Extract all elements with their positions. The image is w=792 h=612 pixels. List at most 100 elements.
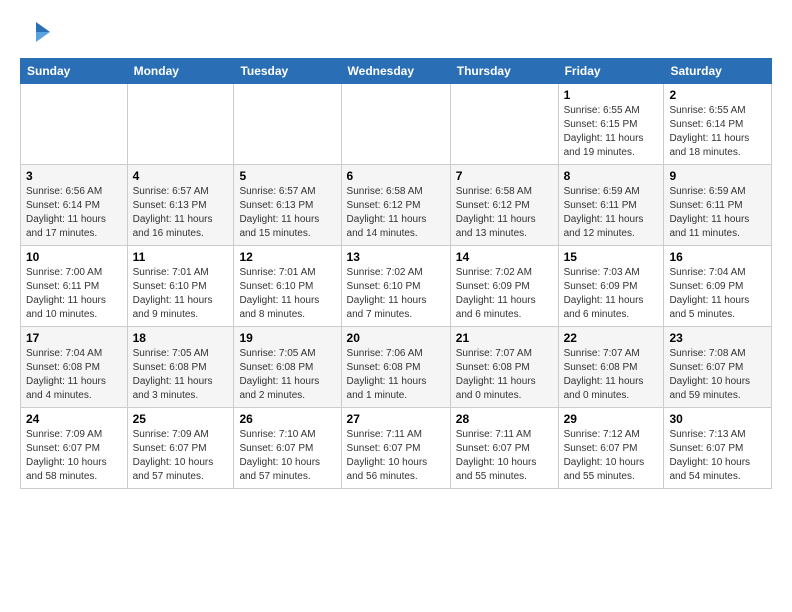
calendar-cell: 12 Sunrise: 7:01 AM Sunset: 6:10 PM Dayli… [234, 246, 341, 327]
calendar-cell: 7Sunrise: 6:58 AM Sunset: 6:12 PM Daylig… [450, 165, 558, 246]
day-number: 13 [347, 250, 445, 264]
day-info: Sunrise: 6:55 AM Sunset: 6:15 PM Dayligh… [564, 104, 659, 160]
day-number: 8 [564, 169, 659, 183]
day-info: Sunrise: 7:09 AM Sunset: 6:07 PM Dayligh… [26, 428, 122, 484]
day-number: 15 [564, 250, 659, 264]
day-number: 2 [669, 88, 766, 102]
logo-icon [22, 18, 52, 48]
calendar-body: 1Sunrise: 6:55 AM Sunset: 6:15 PM Daylig… [21, 84, 772, 489]
day-number: 25 [133, 412, 229, 426]
day-number: 30 [669, 412, 766, 426]
weekday-saturday: Saturday [664, 59, 772, 84]
day-info: Sunrise: 6:57 AM Sunset: 6:13 PM Dayligh… [239, 185, 335, 241]
calendar-cell: 27 Sunrise: 7:11 AM Sunset: 6:07 PM Dayli… [341, 408, 450, 489]
day-info: Sunrise: 7:03 AM Sunset: 6:09 PM Dayligh… [564, 266, 659, 322]
logo [20, 18, 52, 48]
day-info: Sunrise: 7:13 AM Sunset: 6:07 PM Dayligh… [669, 428, 766, 484]
day-info: Sunrise: 7:11 AM Sunset: 6:07 PM Dayligh… [347, 428, 445, 484]
day-info: Sunrise: 7:01 AM Sunset: 6:10 PM Dayligh… [133, 266, 229, 322]
day-number: 17 [26, 331, 122, 345]
day-info: Sunrise: 7:02 AM Sunset: 6:10 PM Dayligh… [347, 266, 445, 322]
calendar-cell: 25 Sunrise: 7:09 AM Sunset: 6:07 PM Dayli… [127, 408, 234, 489]
calendar-cell: 8Sunrise: 6:59 AM Sunset: 6:11 PM Daylig… [558, 165, 664, 246]
calendar-cell: 15 Sunrise: 7:03 AM Sunset: 6:09 PM Dayli… [558, 246, 664, 327]
calendar-cell: 5 Sunrise: 6:57 AM Sunset: 6:13 PM Daylig… [234, 165, 341, 246]
calendar-cell [21, 84, 128, 165]
day-info: Sunrise: 7:09 AM Sunset: 6:07 PM Dayligh… [133, 428, 229, 484]
calendar-cell: 28Sunrise: 7:11 AM Sunset: 6:07 PM Dayli… [450, 408, 558, 489]
weekday-tuesday: Tuesday [234, 59, 341, 84]
day-info: Sunrise: 6:55 AM Sunset: 6:14 PM Dayligh… [669, 104, 766, 160]
calendar-cell [127, 84, 234, 165]
calendar-cell: 30 Sunrise: 7:13 AM Sunset: 6:07 PM Dayli… [664, 408, 772, 489]
weekday-wednesday: Wednesday [341, 59, 450, 84]
day-info: Sunrise: 7:00 AM Sunset: 6:11 PM Dayligh… [26, 266, 122, 322]
calendar-cell: 29Sunrise: 7:12 AM Sunset: 6:07 PM Dayli… [558, 408, 664, 489]
day-info: Sunrise: 7:07 AM Sunset: 6:08 PM Dayligh… [564, 347, 659, 403]
day-number: 10 [26, 250, 122, 264]
day-info: Sunrise: 7:05 AM Sunset: 6:08 PM Dayligh… [239, 347, 335, 403]
day-number: 5 [239, 169, 335, 183]
calendar-cell: 10 Sunrise: 7:00 AM Sunset: 6:11 PM Dayli… [21, 246, 128, 327]
day-number: 3 [26, 169, 122, 183]
day-info: Sunrise: 7:01 AM Sunset: 6:10 PM Dayligh… [239, 266, 335, 322]
page: SundayMondayTuesdayWednesdayThursdayFrid… [0, 0, 792, 499]
week-row-2: 10 Sunrise: 7:00 AM Sunset: 6:11 PM Dayli… [21, 246, 772, 327]
calendar-cell: 21Sunrise: 7:07 AM Sunset: 6:08 PM Dayli… [450, 327, 558, 408]
day-number: 18 [133, 331, 229, 345]
day-info: Sunrise: 7:04 AM Sunset: 6:09 PM Dayligh… [669, 266, 766, 322]
calendar-cell: 13 Sunrise: 7:02 AM Sunset: 6:10 PM Dayli… [341, 246, 450, 327]
calendar-cell: 22Sunrise: 7:07 AM Sunset: 6:08 PM Dayli… [558, 327, 664, 408]
calendar-cell: 23 Sunrise: 7:08 AM Sunset: 6:07 PM Dayli… [664, 327, 772, 408]
day-info: Sunrise: 6:56 AM Sunset: 6:14 PM Dayligh… [26, 185, 122, 241]
weekday-header-row: SundayMondayTuesdayWednesdayThursdayFrid… [21, 59, 772, 84]
weekday-thursday: Thursday [450, 59, 558, 84]
week-row-4: 24Sunrise: 7:09 AM Sunset: 6:07 PM Dayli… [21, 408, 772, 489]
week-row-1: 3 Sunrise: 6:56 AM Sunset: 6:14 PM Daylig… [21, 165, 772, 246]
weekday-monday: Monday [127, 59, 234, 84]
calendar-cell: 4 Sunrise: 6:57 AM Sunset: 6:13 PM Daylig… [127, 165, 234, 246]
calendar-cell: 26 Sunrise: 7:10 AM Sunset: 6:07 PM Dayli… [234, 408, 341, 489]
day-info: Sunrise: 7:04 AM Sunset: 6:08 PM Dayligh… [26, 347, 122, 403]
weekday-friday: Friday [558, 59, 664, 84]
day-number: 16 [669, 250, 766, 264]
calendar-cell: 19 Sunrise: 7:05 AM Sunset: 6:08 PM Dayli… [234, 327, 341, 408]
day-number: 27 [347, 412, 445, 426]
day-info: Sunrise: 7:07 AM Sunset: 6:08 PM Dayligh… [456, 347, 553, 403]
calendar-cell [341, 84, 450, 165]
week-row-0: 1Sunrise: 6:55 AM Sunset: 6:15 PM Daylig… [21, 84, 772, 165]
header [20, 18, 772, 48]
day-info: Sunrise: 6:57 AM Sunset: 6:13 PM Dayligh… [133, 185, 229, 241]
day-number: 23 [669, 331, 766, 345]
calendar-cell: 14Sunrise: 7:02 AM Sunset: 6:09 PM Dayli… [450, 246, 558, 327]
day-info: Sunrise: 7:10 AM Sunset: 6:07 PM Dayligh… [239, 428, 335, 484]
day-info: Sunrise: 7:05 AM Sunset: 6:08 PM Dayligh… [133, 347, 229, 403]
calendar-cell: 9Sunrise: 6:59 AM Sunset: 6:11 PM Daylig… [664, 165, 772, 246]
day-number: 7 [456, 169, 553, 183]
calendar-cell [234, 84, 341, 165]
calendar-table: SundayMondayTuesdayWednesdayThursdayFrid… [20, 58, 772, 489]
calendar-cell: 16 Sunrise: 7:04 AM Sunset: 6:09 PM Dayli… [664, 246, 772, 327]
day-number: 12 [239, 250, 335, 264]
day-info: Sunrise: 7:12 AM Sunset: 6:07 PM Dayligh… [564, 428, 659, 484]
day-info: Sunrise: 7:06 AM Sunset: 6:08 PM Dayligh… [347, 347, 445, 403]
calendar-cell: 6 Sunrise: 6:58 AM Sunset: 6:12 PM Daylig… [341, 165, 450, 246]
day-number: 9 [669, 169, 766, 183]
calendar-cell: 2 Sunrise: 6:55 AM Sunset: 6:14 PM Daylig… [664, 84, 772, 165]
day-info: Sunrise: 6:58 AM Sunset: 6:12 PM Dayligh… [347, 185, 445, 241]
weekday-sunday: Sunday [21, 59, 128, 84]
calendar-cell: 11Sunrise: 7:01 AM Sunset: 6:10 PM Dayli… [127, 246, 234, 327]
day-number: 6 [347, 169, 445, 183]
day-number: 19 [239, 331, 335, 345]
calendar-cell: 18 Sunrise: 7:05 AM Sunset: 6:08 PM Dayli… [127, 327, 234, 408]
day-number: 26 [239, 412, 335, 426]
calendar-cell: 20 Sunrise: 7:06 AM Sunset: 6:08 PM Dayli… [341, 327, 450, 408]
calendar-cell: 24Sunrise: 7:09 AM Sunset: 6:07 PM Dayli… [21, 408, 128, 489]
day-number: 4 [133, 169, 229, 183]
day-number: 14 [456, 250, 553, 264]
day-info: Sunrise: 7:08 AM Sunset: 6:07 PM Dayligh… [669, 347, 766, 403]
calendar-cell: 1Sunrise: 6:55 AM Sunset: 6:15 PM Daylig… [558, 84, 664, 165]
day-number: 20 [347, 331, 445, 345]
calendar-cell: 3 Sunrise: 6:56 AM Sunset: 6:14 PM Daylig… [21, 165, 128, 246]
day-number: 28 [456, 412, 553, 426]
